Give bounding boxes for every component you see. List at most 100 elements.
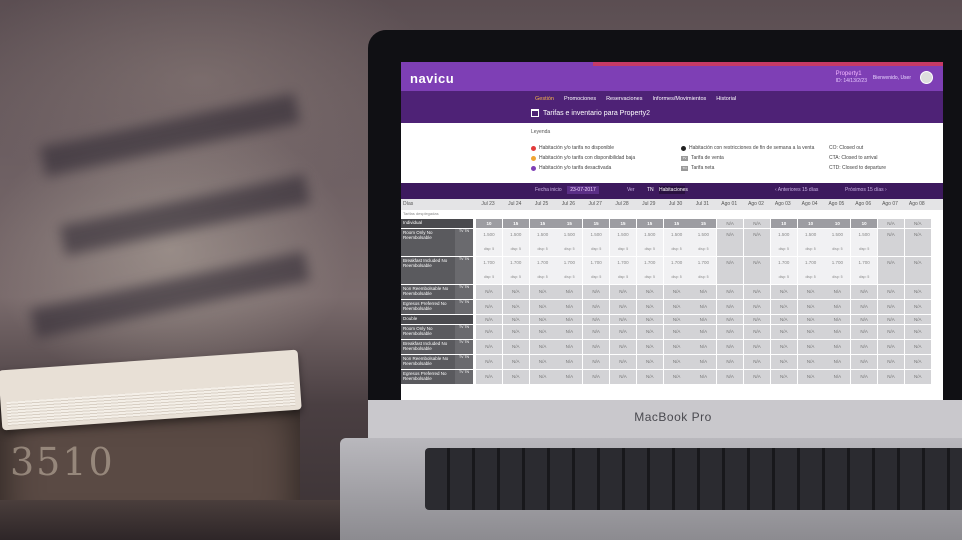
grid-cell[interactable]: 10: [797, 219, 824, 228]
grid-cell[interactable]: N/A: [717, 300, 744, 314]
prev-days-button[interactable]: ‹ Anteriores 15 días: [775, 187, 818, 193]
grid-cell[interactable]: N/A: [636, 325, 663, 339]
grid-cell[interactable]: N/A: [476, 370, 502, 384]
grid-cell[interactable]: 1.500 disp: 5: [556, 229, 583, 256]
grid-cell[interactable]: N/A: [717, 229, 744, 256]
grid-cell[interactable]: 1.700 disp: 5: [797, 257, 824, 284]
grid-cell[interactable]: N/A: [717, 219, 744, 228]
grid-cell[interactable]: N/A: [663, 315, 690, 324]
grid-cell[interactable]: N/A: [797, 355, 824, 369]
grid-cell[interactable]: N/A: [502, 285, 529, 299]
grid-cell[interactable]: N/A: [824, 300, 851, 314]
grid-cell[interactable]: N/A: [476, 315, 502, 324]
grid-cell[interactable]: N/A: [744, 315, 770, 324]
grid-cell[interactable]: N/A: [663, 300, 690, 314]
grid-cell[interactable]: N/A: [663, 355, 690, 369]
grid-cell[interactable]: 10: [851, 219, 878, 228]
grid-cell[interactable]: N/A: [636, 300, 663, 314]
grid-cell[interactable]: N/A: [717, 370, 744, 384]
grid-cell[interactable]: N/A: [744, 300, 770, 314]
grid-cell[interactable]: N/A: [690, 315, 717, 324]
grid-cell[interactable]: N/A: [797, 285, 824, 299]
grid-cell[interactable]: N/A: [851, 370, 878, 384]
grid-cell[interactable]: N/A: [636, 285, 663, 299]
grid-cell[interactable]: N/A: [690, 370, 717, 384]
grid-cell[interactable]: N/A: [797, 325, 824, 339]
grid-cell[interactable]: N/A: [904, 325, 931, 339]
grid-cell[interactable]: N/A: [797, 300, 824, 314]
grid-cell[interactable]: 15: [690, 219, 717, 228]
grid-cell[interactable]: N/A: [583, 325, 610, 339]
grid-cell[interactable]: N/A: [851, 285, 878, 299]
grid-cell[interactable]: 1.500 disp: 5: [663, 229, 690, 256]
grid-cell[interactable]: 1.700 disp: 5: [690, 257, 717, 284]
grid-cell[interactable]: N/A: [690, 300, 717, 314]
grid-cell[interactable]: N/A: [610, 355, 636, 369]
grid-cell[interactable]: 1.500 disp: 5: [610, 229, 636, 256]
grid-cell[interactable]: 10: [770, 219, 797, 228]
grid-cell[interactable]: N/A: [851, 325, 878, 339]
grid-cell[interactable]: 1.700 disp: 5: [663, 257, 690, 284]
grid-cell[interactable]: N/A: [717, 315, 744, 324]
grid-cell[interactable]: N/A: [904, 300, 931, 314]
grid-cell[interactable]: 1.700 disp: 5: [476, 257, 502, 284]
grid-cell[interactable]: N/A: [636, 355, 663, 369]
grid-cell[interactable]: N/A: [476, 300, 502, 314]
grid-cell[interactable]: 1.500 disp: 5: [797, 229, 824, 256]
grid-cell[interactable]: N/A: [610, 340, 636, 354]
row-label[interactable]: Double: [401, 315, 473, 324]
nav-item-reservaciones[interactable]: Reservaciones: [606, 96, 642, 102]
grid-cell[interactable]: N/A: [502, 340, 529, 354]
grid-cell[interactable]: N/A: [904, 370, 931, 384]
grid-cell[interactable]: 10: [476, 219, 502, 228]
grid-cell[interactable]: 15: [529, 219, 556, 228]
grid-cell[interactable]: N/A: [583, 370, 610, 384]
grid-cell[interactable]: N/A: [502, 355, 529, 369]
grid-cell[interactable]: N/A: [556, 285, 583, 299]
grid-cell[interactable]: 15: [663, 219, 690, 228]
grid-cell[interactable]: N/A: [744, 229, 770, 256]
grid-cell[interactable]: N/A: [824, 285, 851, 299]
grid-cell[interactable]: N/A: [663, 340, 690, 354]
grid-cell[interactable]: N/A: [529, 325, 556, 339]
property-selector[interactable]: Property1 ID: 14/13/2/23: [836, 71, 867, 85]
grid-cell[interactable]: N/A: [904, 355, 931, 369]
grid-cell[interactable]: N/A: [744, 370, 770, 384]
grid-cell[interactable]: N/A: [610, 315, 636, 324]
grid-cell[interactable]: N/A: [824, 315, 851, 324]
grid-cell[interactable]: N/A: [476, 355, 502, 369]
grid-cell[interactable]: N/A: [476, 285, 502, 299]
grid-cell[interactable]: N/A: [770, 340, 797, 354]
grid-cell[interactable]: N/A: [878, 219, 904, 228]
grid-cell[interactable]: N/A: [583, 355, 610, 369]
grid-cell[interactable]: N/A: [717, 285, 744, 299]
grid-cell[interactable]: N/A: [770, 325, 797, 339]
grid-cell[interactable]: N/A: [556, 355, 583, 369]
grid-cell[interactable]: N/A: [878, 315, 904, 324]
grid-cell[interactable]: N/A: [904, 257, 931, 284]
grid-cell[interactable]: 1.500 disp: 5: [690, 229, 717, 256]
grid-cell[interactable]: N/A: [717, 325, 744, 339]
grid-cell[interactable]: 1.700 disp: 5: [556, 257, 583, 284]
grid-cell[interactable]: N/A: [529, 300, 556, 314]
grid-cell[interactable]: N/A: [878, 340, 904, 354]
grid-cell[interactable]: 15: [583, 219, 610, 228]
grid-cell[interactable]: 15: [610, 219, 636, 228]
grid-cell[interactable]: N/A: [770, 370, 797, 384]
grid-cell[interactable]: N/A: [851, 315, 878, 324]
nav-item-gestion[interactable]: Gestión: [535, 96, 554, 102]
grid-cell[interactable]: N/A: [717, 340, 744, 354]
grid-cell[interactable]: N/A: [878, 285, 904, 299]
view-select[interactable]: Habitaciones: [659, 186, 688, 194]
grid-cell[interactable]: N/A: [904, 340, 931, 354]
grid-cell[interactable]: N/A: [636, 340, 663, 354]
grid-cell[interactable]: N/A: [502, 300, 529, 314]
grid-cell[interactable]: 1.500 disp: 5: [476, 229, 502, 256]
navicu-logo[interactable]: navicu: [410, 71, 454, 86]
grid-cell[interactable]: N/A: [770, 285, 797, 299]
grid-cell[interactable]: N/A: [744, 340, 770, 354]
grid-cell[interactable]: N/A: [851, 300, 878, 314]
grid-cell[interactable]: 1.500 disp: 5: [502, 229, 529, 256]
nav-item-historial[interactable]: Historial: [716, 96, 736, 102]
grid-cell[interactable]: N/A: [529, 340, 556, 354]
